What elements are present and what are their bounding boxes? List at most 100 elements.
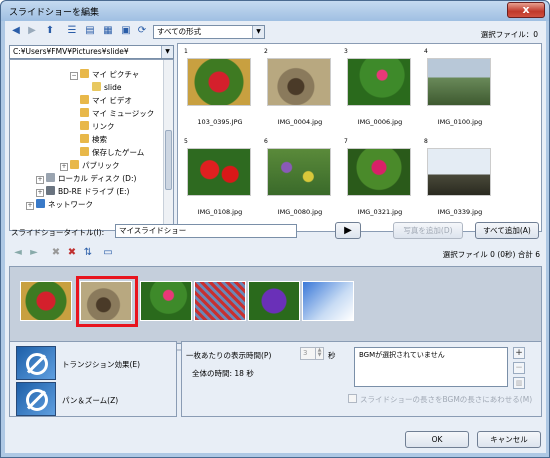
folder-icon — [80, 95, 89, 104]
photo-cell[interactable]: 1 103_0395.JPG — [182, 46, 258, 132]
ok-button[interactable]: OK — [405, 431, 469, 448]
view-options-icon[interactable]: ▭ — [101, 246, 115, 260]
tree-item-bd-re-drive-e[interactable]: + BD-RE ドライブ (E:) — [36, 186, 129, 198]
tree-item-label: マイ ビデオ — [92, 96, 132, 105]
expand-icon[interactable]: + — [60, 163, 68, 171]
per-slide-time-spinner[interactable]: 3 ▲ ▼ — [300, 347, 324, 360]
slide-thumbnail[interactable] — [248, 281, 300, 321]
photo-thumbnail — [267, 148, 331, 196]
tree-item-label: 検索 — [92, 135, 107, 144]
add-all-button[interactable]: すべて追加(A) — [475, 222, 539, 239]
photo-cell[interactable]: 2 IMG_0004.jpg — [262, 46, 338, 132]
back-arrow-icon[interactable]: ◀ — [9, 24, 23, 38]
move-left-icon[interactable]: ◄ — [11, 246, 25, 260]
remove-all-icon[interactable]: ✖ — [65, 246, 79, 260]
photo-filename: IMG_0004.jpg — [277, 118, 323, 126]
expand-icon[interactable]: + — [36, 176, 44, 184]
slide-thumbnail[interactable] — [140, 281, 192, 321]
remove-bgm-button[interactable]: − — [513, 362, 525, 374]
transition-effect-label[interactable]: トランジション効果(E) — [62, 359, 140, 370]
tree-item-my-videos[interactable]: マイ ビデオ — [80, 95, 132, 107]
view-thumbnails-icon[interactable]: ▦ — [101, 24, 115, 38]
slideshow-strip — [9, 266, 542, 344]
slide-thumbnail[interactable] — [302, 281, 354, 321]
tree-item-my-pictures[interactable]: − マイ ピクチャ — [70, 69, 139, 81]
close-button[interactable]: x — [507, 2, 545, 18]
tree-item-label: ローカル ディスク (D:) — [58, 174, 137, 183]
tree-item-local-disk-d[interactable]: + ローカル ディスク (D:) — [36, 173, 136, 185]
match-bgm-label: スライドショーの長さをBGMの長さにあわせる(M) — [360, 395, 533, 404]
title-bar: スライドショーを編集 x — [1, 1, 549, 21]
delete-icon[interactable]: ✖ — [49, 246, 63, 260]
pan-zoom-icon[interactable] — [16, 382, 56, 416]
photo-cell[interactable]: 7 IMG_0321.jpg — [342, 136, 418, 222]
photo-thumbnail — [427, 58, 491, 106]
bgm-settings-icon[interactable]: ▥ — [513, 377, 525, 389]
spinner-arrows-icon[interactable]: ▲ ▼ — [315, 348, 323, 359]
refresh-icon[interactable]: ⟳ — [135, 24, 149, 38]
up-folder-icon[interactable]: ⬆ — [43, 24, 57, 38]
effects-panel: トランジション効果(E) パン＆ズーム(Z) — [9, 341, 177, 417]
add-bgm-button[interactable]: + — [513, 347, 525, 359]
match-bgm-checkbox[interactable] — [348, 394, 357, 403]
photo-number: 1 — [184, 48, 188, 55]
edit-slideshow-window: スライドショーを編集 x ◀ ▶ ⬆ ☰ ▤ ▦ ▣ ⟳ すべての形式 ▼ 選択… — [0, 0, 550, 458]
play-button[interactable]: ▶ — [335, 222, 361, 239]
tree-item-slide[interactable]: slide — [92, 82, 121, 94]
add-selected-button[interactable]: 写真を追加(D) — [393, 222, 463, 239]
path-select[interactable]: C:¥Users¥FMV¥Pictures¥slide¥ ▼ — [9, 45, 174, 59]
per-slide-time-value: 3 — [303, 349, 308, 357]
slideshow-title-label: スライドショータイトル(I): — [11, 228, 105, 237]
expand-icon[interactable]: + — [26, 202, 34, 210]
collapse-icon[interactable]: − — [70, 72, 78, 80]
photo-number: 3 — [344, 48, 348, 55]
folder-icon — [92, 82, 101, 91]
view-details-icon[interactable]: ▤ — [83, 24, 97, 38]
photo-number: 8 — [424, 138, 428, 145]
scrollbar-thumb[interactable] — [165, 130, 172, 190]
cancel-button[interactable]: キャンセル — [477, 431, 541, 448]
timing-bgm-panel: 一枚あたりの表示時間(P) 3 ▲ ▼ 秒 全体の時間: 18 秒 BGMが選択さ… — [181, 341, 542, 417]
sort-icon[interactable]: ⇅ — [81, 246, 95, 260]
move-right-icon[interactable]: ► — [27, 246, 41, 260]
pan-zoom-label[interactable]: パン＆ズーム(Z) — [62, 395, 118, 406]
path-value: C:¥Users¥FMV¥Pictures¥slide¥ — [13, 47, 129, 56]
dialog-client: ◀ ▶ ⬆ ☰ ▤ ▦ ▣ ⟳ すべての形式 ▼ 選択ファイル：0 C:¥Use… — [5, 21, 546, 453]
tree-item-public[interactable]: + パブリック — [60, 160, 120, 172]
tree-item-links[interactable]: リンク — [80, 121, 115, 133]
photo-cell[interactable]: 3 IMG_0006.jpg — [342, 46, 418, 132]
photo-cell[interactable]: 6 IMG_0080.jpg — [262, 136, 338, 222]
photo-thumbnail — [187, 58, 251, 106]
slideshow-title-input[interactable]: マイスライドショー — [115, 224, 297, 238]
view-large-icon[interactable]: ▣ — [119, 24, 133, 38]
file-type-filter-select[interactable]: すべての形式 ▼ — [153, 25, 265, 39]
photo-number: 2 — [264, 48, 268, 55]
expand-icon[interactable]: + — [36, 189, 44, 197]
tree-item-label: パブリック — [82, 161, 120, 170]
photo-cell[interactable]: 5 IMG_0108.jpg — [182, 136, 258, 222]
tree-item-my-music[interactable]: マイ ミュージック — [80, 108, 154, 120]
tree-item-search[interactable]: 検索 — [80, 134, 107, 146]
photo-cell[interactable]: 4 IMG_0100.jpg — [422, 46, 498, 132]
photo-filename: IMG_0339.jpg — [437, 208, 483, 216]
photo-number: 4 — [424, 48, 428, 55]
slide-thumbnail[interactable] — [194, 281, 246, 321]
folder-icon — [80, 108, 89, 117]
per-slide-time-label: 一枚あたりの表示時間(P) — [186, 351, 272, 360]
bgm-list[interactable]: BGMが選択されていません — [354, 347, 508, 387]
tree-item-label: マイ ミュージック — [92, 109, 155, 118]
total-time-label: 全体の時間: 18 秒 — [192, 369, 254, 378]
forward-arrow-icon[interactable]: ▶ — [25, 24, 39, 38]
photo-filename: 103_0395.JPG — [197, 118, 243, 126]
none-icon — [26, 389, 48, 411]
photo-cell[interactable]: 8 IMG_0339.jpg — [422, 136, 498, 222]
photo-filename: IMG_0080.jpg — [277, 208, 323, 216]
tree-item-saved-games[interactable]: 保存したゲーム — [80, 147, 144, 159]
photo-filename: IMG_0100.jpg — [437, 118, 483, 126]
transition-effect-icon[interactable] — [16, 346, 56, 380]
slide-thumbnail[interactable] — [20, 281, 72, 321]
tree-item-network[interactable]: + ネットワーク — [26, 199, 93, 211]
tree-scrollbar[interactable] — [163, 60, 173, 230]
view-list-icon[interactable]: ☰ — [65, 24, 79, 38]
folder-icon — [80, 69, 89, 78]
